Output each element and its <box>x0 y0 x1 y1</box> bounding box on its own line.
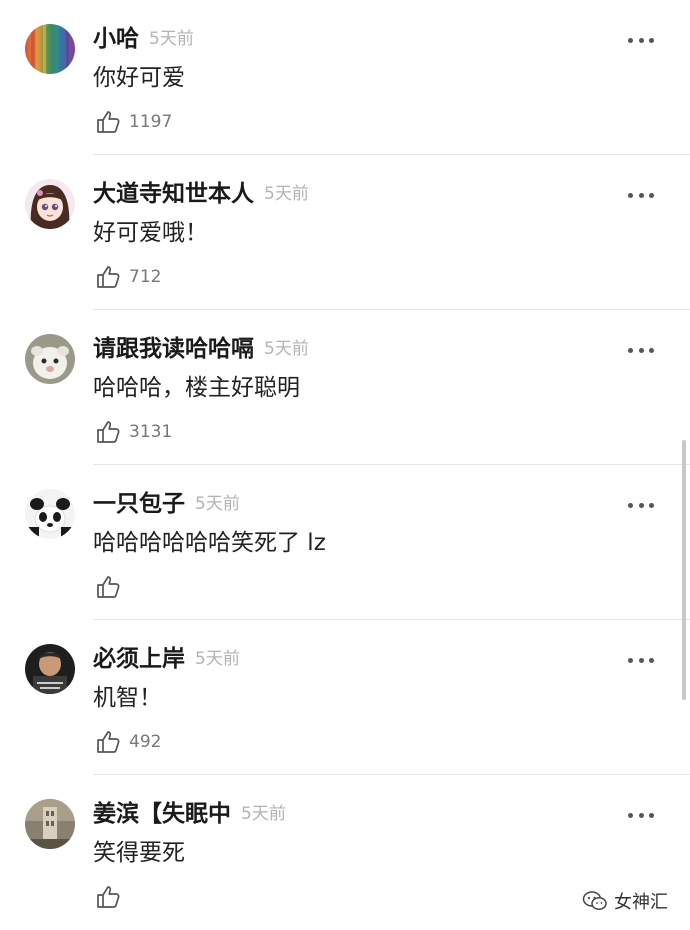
thumbs-up-icon[interactable] <box>95 884 121 910</box>
comment-text: 哈哈哈哈哈哈笑死了 lz <box>93 530 326 556</box>
more-dot <box>638 37 644 43</box>
more-dot <box>638 502 644 508</box>
more-dot <box>638 657 644 663</box>
timestamp: 5天前 <box>264 184 309 204</box>
username[interactable]: 一只包子 5天前 <box>93 488 240 520</box>
comment-item: 请跟我读哈哈嗝 5天前 哈哈哈，楼主好聪明 3131 <box>0 310 690 465</box>
thumbs-up-icon[interactable] <box>95 729 121 755</box>
username[interactable]: 姜滨【失眠中 5天前 <box>93 798 286 830</box>
avatar[interactable] <box>25 334 75 384</box>
username-text[interactable]: 一只包子 <box>93 491 185 517</box>
thumbs-up-icon[interactable] <box>95 264 121 290</box>
avatar-image <box>25 644 75 694</box>
like-count: 492 <box>129 732 162 752</box>
more-options-button[interactable] <box>628 185 654 205</box>
like-button[interactable] <box>95 882 129 912</box>
timestamp: 5天前 <box>195 494 240 514</box>
timestamp: 5天前 <box>264 339 309 359</box>
avatar-image <box>25 24 75 74</box>
comment-item: 一只包子 5天前 哈哈哈哈哈哈笑死了 lz <box>0 465 690 620</box>
avatar[interactable] <box>25 644 75 694</box>
avatar[interactable] <box>25 489 75 539</box>
more-dot <box>649 192 654 198</box>
timestamp: 5天前 <box>149 29 194 49</box>
more-dot <box>628 502 633 508</box>
like-count: 3131 <box>129 422 173 442</box>
thumbs-up-icon[interactable] <box>95 574 121 600</box>
scrollbar[interactable] <box>682 440 686 700</box>
avatar-image <box>25 179 75 229</box>
comment-item: 小哈 5天前 你好可爱 1197 <box>0 0 690 155</box>
thumbs-up-icon[interactable] <box>95 109 121 135</box>
more-dot <box>628 812 633 818</box>
like-button[interactable]: 3131 <box>95 417 172 447</box>
comment-item: 大道寺知世本人 5天前 好可爱哦！ 712 <box>0 155 690 310</box>
more-options-button[interactable] <box>628 805 654 825</box>
like-button[interactable]: 1197 <box>95 107 172 137</box>
username[interactable]: 大道寺知世本人 5天前 <box>93 178 309 210</box>
like-button[interactable] <box>95 572 129 602</box>
username-text[interactable]: 大道寺知世本人 <box>93 181 254 207</box>
username-text[interactable]: 请跟我读哈哈嗝 <box>93 336 254 362</box>
more-options-button[interactable] <box>628 30 654 50</box>
username[interactable]: 请跟我读哈哈嗝 5天前 <box>93 333 309 365</box>
username-text[interactable]: 必须上岸 <box>93 646 185 672</box>
more-dot <box>628 347 633 353</box>
timestamp: 5天前 <box>241 804 286 824</box>
more-options-button[interactable] <box>628 495 654 515</box>
comment-list: 小哈 5天前 你好可爱 1197 大道寺知世本人 5天前 好可爱哦！ 712 请… <box>0 0 690 930</box>
more-dot <box>649 37 654 43</box>
timestamp: 5天前 <box>195 649 240 669</box>
like-button[interactable]: 492 <box>95 727 161 757</box>
username[interactable]: 小哈 5天前 <box>93 23 194 55</box>
watermark-text: 女神汇 <box>614 892 668 913</box>
avatar-image <box>25 334 75 384</box>
like-count: 712 <box>129 267 162 287</box>
more-dot <box>638 192 644 198</box>
avatar-image <box>25 799 75 849</box>
comment-item: 必须上岸 5天前 机智！ 492 <box>0 620 690 775</box>
thumbs-up-icon[interactable] <box>95 419 121 445</box>
avatar[interactable] <box>25 799 75 849</box>
more-dot <box>638 812 644 818</box>
watermark: 女神汇 <box>582 888 668 914</box>
avatar[interactable] <box>25 179 75 229</box>
comment-text: 笑得要死 <box>93 840 185 866</box>
more-options-button[interactable] <box>628 340 654 360</box>
comment-text: 好可爱哦！ <box>93 220 208 246</box>
username-text[interactable]: 姜滨【失眠中 <box>93 801 231 827</box>
more-dot <box>628 37 633 43</box>
comment-text: 机智！ <box>93 685 162 711</box>
more-dot <box>628 657 633 663</box>
more-dot <box>649 502 654 508</box>
more-options-button[interactable] <box>628 650 654 670</box>
more-dot <box>628 192 633 198</box>
more-dot <box>649 812 654 818</box>
avatar[interactable] <box>25 24 75 74</box>
more-dot <box>649 657 654 663</box>
username[interactable]: 必须上岸 5天前 <box>93 643 240 675</box>
like-count: 1197 <box>129 112 173 132</box>
wechat-icon <box>582 891 607 911</box>
username-text[interactable]: 小哈 <box>93 26 139 52</box>
more-dot <box>649 347 654 353</box>
comment-text: 你好可爱 <box>93 65 185 91</box>
more-dot <box>638 347 644 353</box>
comment-text: 哈哈哈，楼主好聪明 <box>93 375 300 401</box>
avatar-image <box>25 489 75 539</box>
like-button[interactable]: 712 <box>95 262 161 292</box>
